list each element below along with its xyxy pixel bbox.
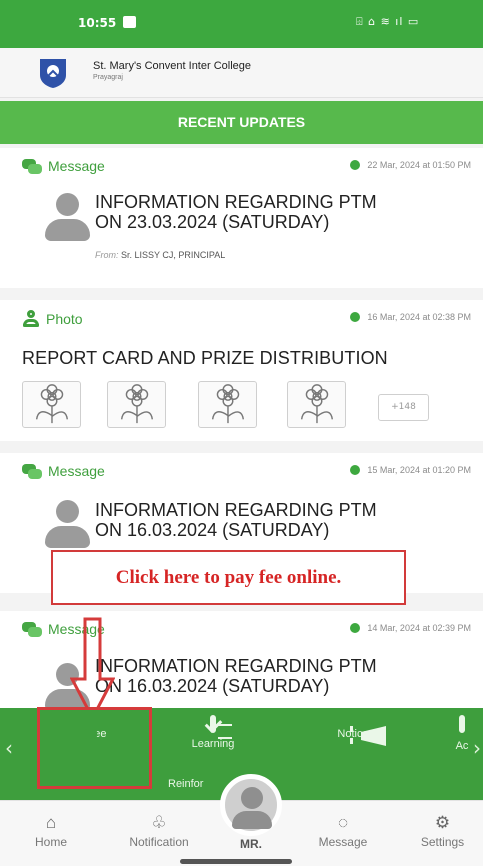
notification-icon: ♧ <box>151 813 167 832</box>
photo-thumbnail[interactable] <box>22 381 81 428</box>
clock-icon <box>350 465 361 475</box>
update-type: Message <box>22 463 105 479</box>
nav-home[interactable]: ⌂ Home <box>19 811 83 849</box>
update-type: Message <box>22 158 105 174</box>
nav-profile-name: MR. <box>240 837 262 851</box>
photo-thumbnail[interactable] <box>287 381 346 428</box>
update-date: 14 Mar, 2024 at 02:39 PM <box>350 623 471 633</box>
avatar-icon[interactable] <box>220 774 282 836</box>
flower-placeholder-icon <box>300 384 334 424</box>
sender-avatar-icon <box>45 500 90 548</box>
flower-placeholder-icon <box>35 384 69 424</box>
update-title: INFORMATION REGARDING PTM ON 23.03.2024 (… <box>95 192 377 232</box>
status-bar: 10:55 ⌹ ⌂ ≋ ıl ▭ <box>0 0 483 48</box>
update-title: INFORMATION REGARDING PTM ON 16.03.2024 (… <box>95 500 377 540</box>
fee-highlight-box <box>37 707 152 789</box>
pay-fee-callout: Click here to pay fee online. <box>51 550 406 605</box>
flower-placeholder-icon <box>211 384 245 424</box>
bottom-navigation: ⌂ Home ♧ Notification MR. ◌ Message ⚙ Settin… <box>0 774 483 866</box>
update-date: 16 Mar, 2024 at 02:38 PM <box>350 312 471 322</box>
recent-updates-header: RECENT UPDATES <box>0 101 483 144</box>
update-card-photo[interactable]: Photo 16 Mar, 2024 at 02:38 PM REPORT CA… <box>0 300 483 441</box>
sender-avatar-icon <box>45 193 90 241</box>
nav-notification[interactable]: ♧ Notification <box>110 811 208 849</box>
update-card-message-1[interactable]: Message 22 Mar, 2024 at 01:50 PM INFORMA… <box>0 148 483 288</box>
message-icon: ◌ <box>337 813 349 832</box>
update-date: 22 Mar, 2024 at 01:50 PM <box>350 160 471 170</box>
photo-icon <box>22 310 40 328</box>
shortcut-notice[interactable]: Notice <box>313 718 393 746</box>
school-logo-icon <box>40 59 66 88</box>
school-name: St. Mary's Convent Inter College <box>93 60 252 72</box>
update-date: 15 Mar, 2024 at 01:20 PM <box>350 465 471 475</box>
update-type: Photo <box>22 310 83 328</box>
home-icon: ⌂ <box>45 813 57 832</box>
school-city: Prayagraj <box>93 74 123 81</box>
nav-settings[interactable]: ⚙ Settings <box>405 811 480 849</box>
chat-icon <box>22 158 42 174</box>
shortcut-learning[interactable]: Learning Reinfor <box>168 715 258 790</box>
nav-message[interactable]: ◌ Message <box>302 811 384 849</box>
home-indicator <box>180 859 292 864</box>
clock-icon <box>350 623 361 633</box>
status-indicators: ⌹ ⌂ ≋ ıl ▭ <box>356 15 420 28</box>
photo-album-title: REPORT CARD AND PRIZE DISTRIBUTION <box>22 348 388 368</box>
update-title: INFORMATION REGARDING PTM ON 16.03.2024 (… <box>95 656 377 696</box>
photo-thumbnail[interactable] <box>198 381 257 428</box>
phone-icon <box>459 715 465 733</box>
chat-icon <box>22 621 42 637</box>
clock-icon <box>350 312 361 322</box>
settings-icon: ⚙ <box>434 813 451 832</box>
app-notification-icon <box>123 16 136 28</box>
chat-icon <box>22 463 42 479</box>
shortcut-prev-arrow[interactable]: ‹ <box>5 736 13 760</box>
clock-icon <box>350 160 361 170</box>
mobile-screen: 10:55 ⌹ ⌂ ≋ ıl ▭ St. Mary's Convent Inte… <box>0 0 483 866</box>
more-photos-badge[interactable]: +148 <box>378 394 429 421</box>
update-sender: From: Sr. LISSY CJ, PRINCIPAL <box>95 250 226 260</box>
learning-icon <box>210 715 216 733</box>
shortcut-next-arrow[interactable]: › <box>473 736 481 760</box>
photo-thumbnail[interactable] <box>107 381 166 428</box>
flower-placeholder-icon <box>120 384 154 424</box>
school-header: St. Mary's Convent Inter College Prayagr… <box>0 48 483 98</box>
status-time: 10:55 <box>78 16 117 30</box>
